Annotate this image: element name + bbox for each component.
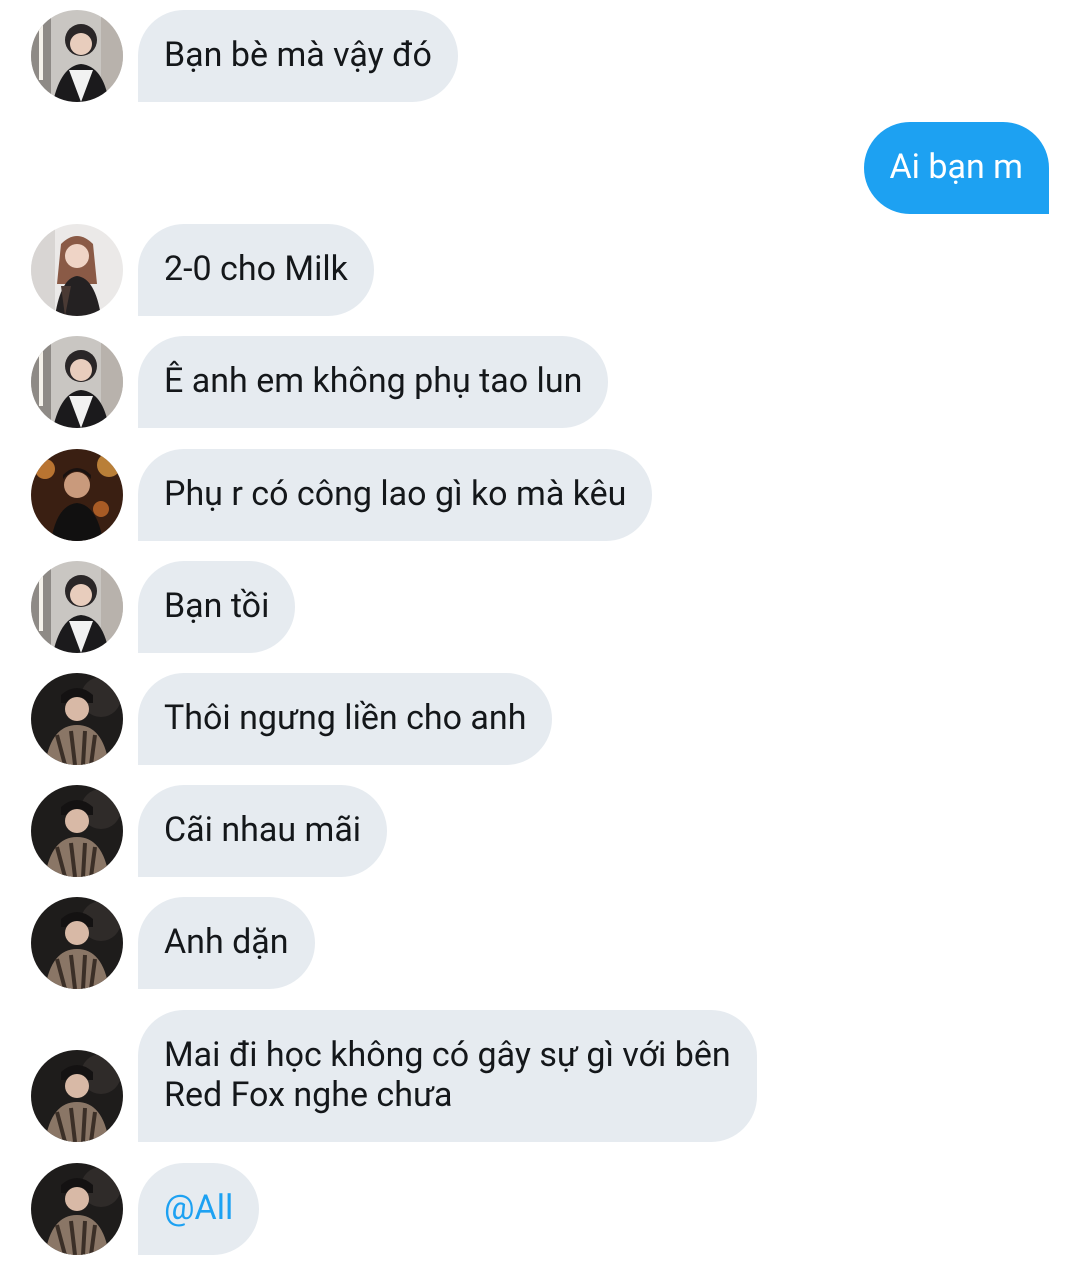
message-bubble[interactable]: Ê anh em không phụ tao lun: [138, 336, 609, 428]
avatar[interactable]: [31, 336, 123, 428]
message-bubble[interactable]: 2-0 cho Milk: [138, 224, 374, 316]
message-row: 2-0 cho Milk: [0, 224, 1080, 316]
message-row: Anh dặn: [0, 897, 1080, 989]
message-bubble[interactable]: Bạn bè mà vậy đó: [138, 10, 458, 102]
avatar[interactable]: [31, 224, 123, 316]
avatar[interactable]: [31, 785, 123, 877]
message-row: Mai đi học không có gây sự gì với bên Re…: [0, 1010, 1080, 1142]
message-row: Ê anh em không phụ tao lun: [0, 336, 1080, 428]
message-bubble[interactable]: Cãi nhau mãi: [138, 785, 388, 877]
message-row: Cãi nhau mãi: [0, 785, 1080, 877]
message-row: Bạn bè mà vậy đó: [0, 10, 1080, 102]
message-row-outgoing: Ai bạn m: [0, 122, 1080, 214]
message-row: Phụ r có công lao gì ko mà kêu: [0, 449, 1080, 541]
avatar[interactable]: [31, 1163, 123, 1255]
avatar[interactable]: [31, 561, 123, 653]
message-bubble[interactable]: Anh dặn: [138, 897, 315, 989]
message-row: @All: [0, 1163, 1080, 1255]
avatar[interactable]: [31, 1050, 123, 1142]
message-bubble[interactable]: Mai đi học không có gây sự gì với bên Re…: [138, 1010, 757, 1142]
avatar[interactable]: [31, 10, 123, 102]
mention-link[interactable]: @All: [138, 1163, 260, 1255]
chat-thread: Bạn bè mà vậy đó Ai bạn m 2-0 cho Milk Ê…: [0, 0, 1080, 1262]
message-bubble[interactable]: Thôi ngưng liền cho anh: [138, 673, 553, 765]
avatar[interactable]: [31, 673, 123, 765]
message-row: Bạn tồi: [0, 561, 1080, 653]
avatar[interactable]: [31, 449, 123, 541]
message-bubble[interactable]: Bạn tồi: [138, 561, 296, 653]
message-bubble-outgoing[interactable]: Ai bạn m: [863, 122, 1049, 214]
avatar[interactable]: [31, 897, 123, 989]
message-row: Thôi ngưng liền cho anh: [0, 673, 1080, 765]
message-bubble[interactable]: Phụ r có công lao gì ko mà kêu: [138, 449, 653, 541]
